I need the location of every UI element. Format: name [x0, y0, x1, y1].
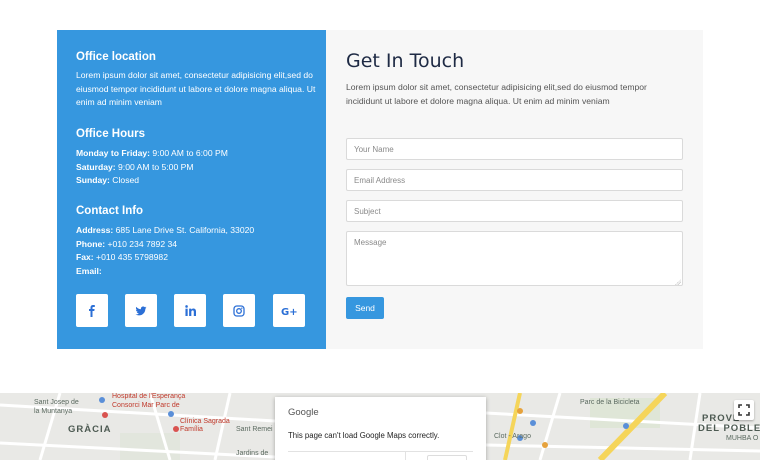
map-label: Sant Josep de [34, 399, 79, 406]
google-plus-icon: G+ [281, 307, 297, 317]
dialog-divider [405, 451, 406, 460]
contact-row-address: Address: 685 Lane Drive St. California, … [76, 224, 316, 238]
form-title: Get In Touch [346, 50, 465, 72]
hours-row: Monday to Friday: 9:00 AM to 6:00 PM [76, 147, 316, 161]
map-label: Parc de la Bicicleta [580, 399, 640, 406]
linkedin-button[interactable] [174, 294, 206, 327]
fullscreen-button[interactable] [734, 400, 754, 420]
twitter-button[interactable] [125, 294, 157, 327]
hours-label: Monday to Friday: [76, 148, 151, 158]
subject-input[interactable] [346, 200, 683, 222]
twitter-icon [135, 306, 147, 315]
office-location-text: Lorem ipsum dolor sit amet, consectetur … [76, 70, 316, 108]
contact-section: Office location Lorem ipsum dolor sit am… [57, 30, 703, 349]
hours-label: Sunday: [76, 175, 110, 186]
contact-label: Address: [76, 225, 114, 235]
contact-value: +010 234 7892 34 [105, 238, 178, 249]
map[interactable]: Sant Josep de la Muntanya GRÀCIA Hospita… [0, 393, 760, 460]
map-label: MUHBA O [726, 435, 759, 442]
hours-value: 9:00 AM to 5:00 PM [115, 161, 194, 172]
facebook-button[interactable] [76, 294, 108, 327]
facebook-icon [89, 304, 95, 317]
map-label-district: GRÀCIA [68, 424, 112, 435]
contact-row-phone: Phone: +010 234 7892 34 [76, 238, 316, 252]
fullscreen-icon [738, 404, 750, 416]
office-location-title: Office location [76, 51, 156, 63]
map-label: Família [180, 426, 203, 433]
map-label: la Muntanya [34, 408, 73, 415]
google-plus-button[interactable]: G+ [273, 294, 305, 327]
hours-value: 9:00 AM to 6:00 PM [150, 148, 228, 158]
maps-error-message: This page can't load Google Maps correct… [288, 431, 440, 440]
contact-label: Fax: [76, 252, 94, 263]
instagram-icon [233, 304, 245, 317]
map-label-district: DEL POBLE [698, 423, 760, 434]
contact-form-panel: Get In Touch Lorem ipsum dolor sit amet,… [346, 30, 683, 349]
svg-text:G+: G+ [281, 307, 297, 317]
email-input[interactable] [346, 169, 683, 191]
form-description: Lorem ipsum dolor sit amet, consectetur … [346, 82, 647, 106]
contact-label: Email: [76, 266, 102, 277]
contact-row-fax: Fax: +010 435 5798982 [76, 251, 316, 265]
linkedin-icon [184, 305, 196, 316]
contact-value: 685 Lane Drive St. California, 33020 [113, 225, 255, 235]
hours-value: Closed [109, 175, 140, 186]
message-textarea[interactable] [346, 231, 683, 286]
map-label: Clot - Arago [494, 433, 531, 440]
maps-error-dialog: Google This page can't load Google Maps … [275, 397, 486, 460]
map-label: Jardins de [236, 450, 269, 457]
contact-row-email: Email: [76, 265, 316, 279]
instagram-button[interactable] [223, 294, 255, 327]
hours-row: Sunday: Closed [76, 174, 316, 188]
map-label: Sant Remei [236, 426, 273, 433]
contact-info-list: Address: 685 Lane Drive St. California, … [76, 224, 316, 279]
contact-info-panel: Office location Lorem ipsum dolor sit am… [57, 30, 326, 349]
contact-label: Phone: [76, 238, 106, 249]
hours-label: Saturday: [76, 161, 116, 172]
send-button[interactable]: Send [346, 297, 384, 319]
contact-value: +010 435 5798982 [93, 252, 168, 263]
textarea-resize-handle[interactable] [675, 279, 681, 285]
office-hours-list: Monday to Friday: 9:00 AM to 6:00 PM Sat… [76, 147, 316, 188]
office-hours-title: Office Hours [76, 128, 146, 140]
map-label: Clínica Sagrada [180, 418, 230, 425]
dialog-ok-button[interactable] [427, 455, 467, 460]
map-label: Hospital de l'Esperança [112, 393, 186, 400]
google-logo: Google [288, 407, 319, 418]
hours-row: Saturday: 9:00 AM to 5:00 PM [76, 161, 316, 175]
dialog-divider [288, 451, 473, 452]
map-label: Consorci Mar Parc de [112, 402, 180, 409]
contact-info-title: Contact Info [76, 205, 144, 217]
name-input[interactable] [346, 138, 683, 160]
